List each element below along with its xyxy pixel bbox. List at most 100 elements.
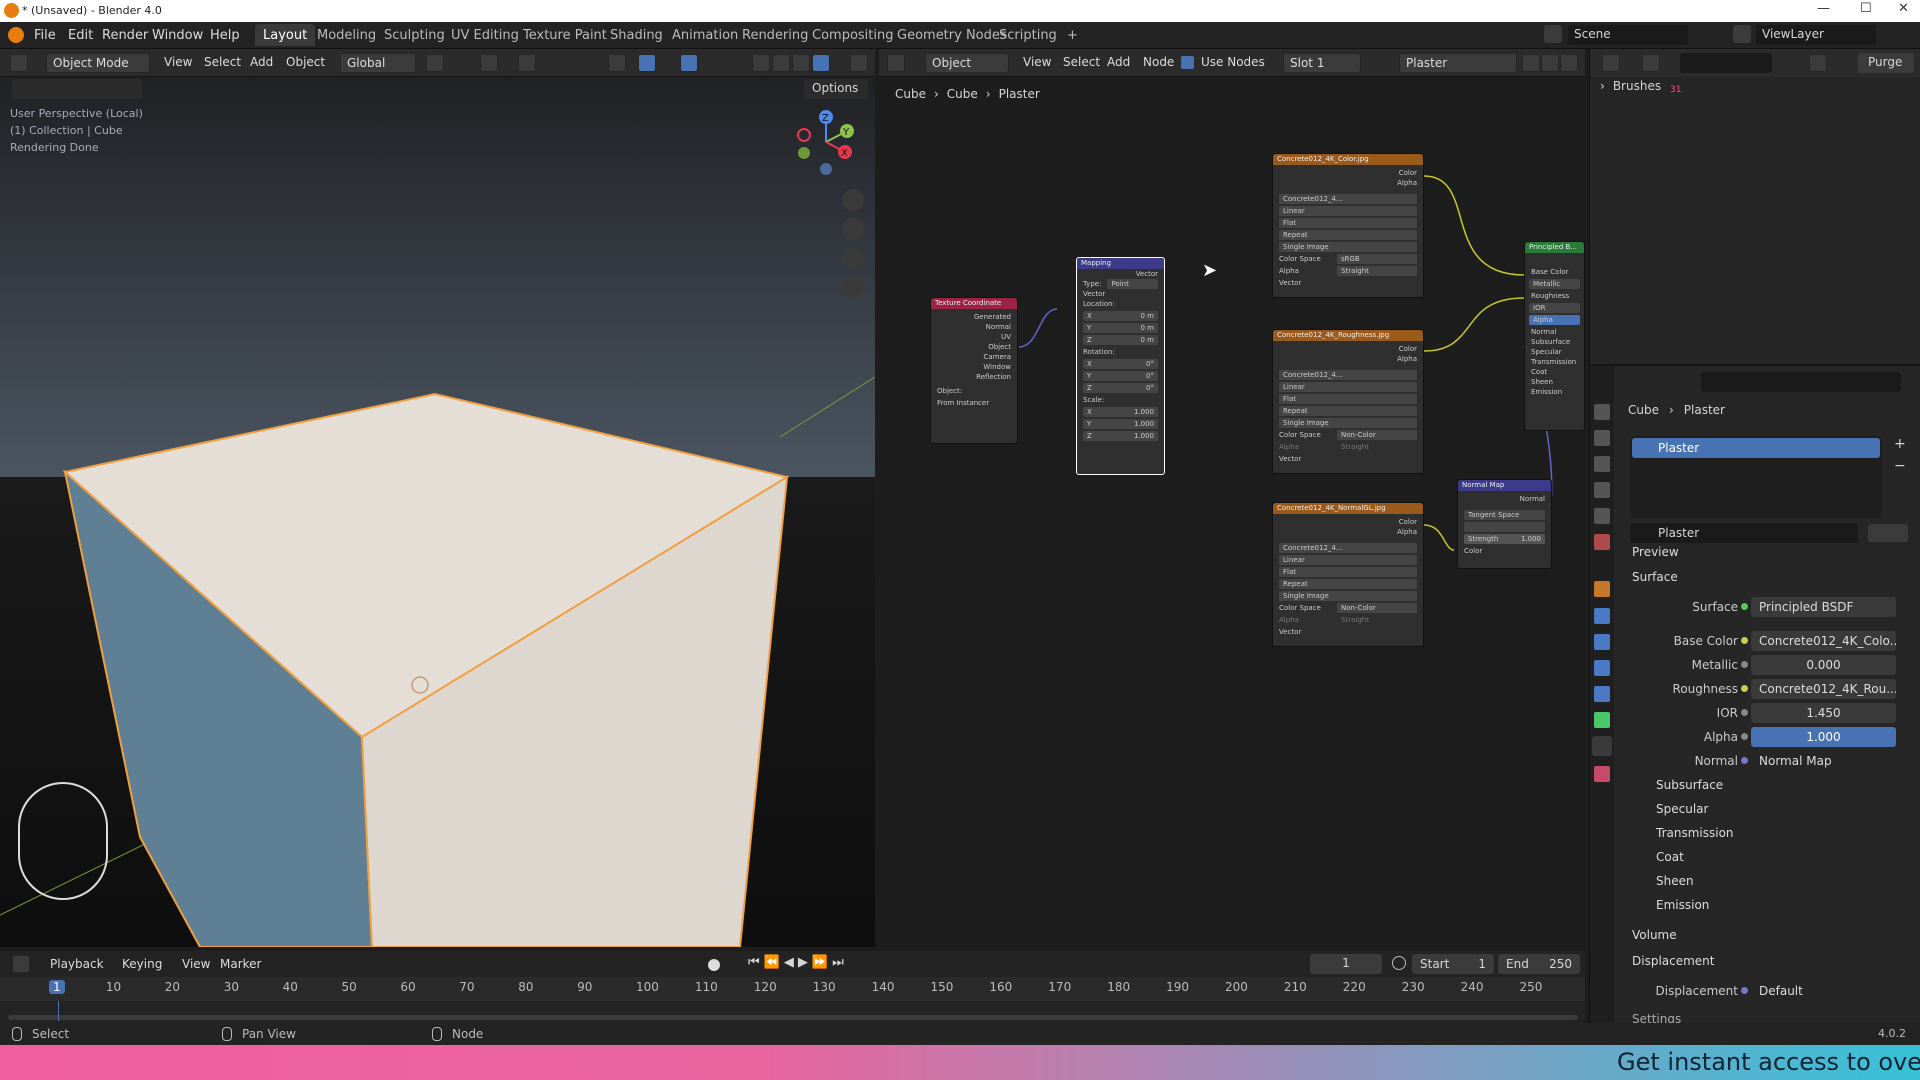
displacement-input[interactable]: Default [1751, 981, 1896, 1001]
timeline-menu-keying[interactable]: Keying [116, 955, 168, 975]
object-tab-icon[interactable] [1594, 581, 1610, 597]
overlay-icon[interactable] [680, 54, 698, 72]
mapping-scale-x[interactable]: X 1.000 [1083, 407, 1158, 417]
current-frame-input[interactable]: 1 [1310, 954, 1382, 974]
timeline-scrollbar[interactable] [8, 1015, 1578, 1020]
rough-interpolation[interactable]: Linear [1279, 382, 1417, 392]
material-slot-list[interactable]: Plaster [1630, 436, 1882, 518]
menu-window[interactable]: Window [152, 28, 203, 43]
rough-extension[interactable]: Repeat [1279, 406, 1417, 416]
bsdf-emission[interactable]: Emission [1525, 387, 1584, 397]
material-selector[interactable]: Plaster [1399, 53, 1517, 73]
node-menu-select[interactable]: Select [1057, 53, 1106, 73]
normal-map-node[interactable]: Normal Map Normal Tangent Space Strength… [1457, 479, 1552, 569]
roughness-input[interactable]: Concrete012_4K_Rou... [1751, 679, 1896, 699]
3d-viewport[interactable]: Options User Perspective (Local) (1) Col… [0, 77, 875, 947]
wireframe-shading-icon[interactable] [752, 54, 770, 72]
color-alpha-select[interactable]: Straight [1337, 266, 1417, 276]
timeline-menu-playback[interactable]: Playback [44, 955, 110, 975]
use-nodes-checkbox[interactable] [1181, 56, 1194, 69]
mapping-loc-x[interactable]: X0 m [1083, 311, 1158, 321]
tab-scripting[interactable]: Scripting [991, 24, 1065, 46]
specular-subpanel[interactable]: Specular [1656, 802, 1708, 816]
color-projection[interactable]: Flat [1279, 218, 1417, 228]
viewport-menu-view[interactable]: View [158, 53, 198, 73]
color-cs-select[interactable]: sRGB [1337, 254, 1417, 264]
slot-selector[interactable]: Slot 1 [1283, 53, 1361, 73]
bsdf-ior[interactable]: IOR [1529, 303, 1580, 313]
normal-input[interactable]: Normal Map [1751, 751, 1896, 771]
viewport-menu-add[interactable]: Add [244, 53, 279, 73]
menu-render[interactable]: Render [102, 28, 148, 43]
viewport-menu-select[interactable]: Select [198, 53, 247, 73]
tab-layout[interactable]: Layout [255, 24, 316, 46]
menu-help[interactable]: Help [210, 28, 240, 43]
node-menu-add[interactable]: Add [1101, 53, 1136, 73]
view-layer-tab-icon[interactable] [1594, 482, 1610, 498]
base-color-input[interactable]: Concrete012_4K_Colo... [1751, 631, 1896, 651]
purge-button[interactable]: Purge [1858, 53, 1914, 73]
bsdf-specular[interactable]: Specular [1525, 347, 1584, 357]
mapping-rot-x[interactable]: X 0° [1083, 359, 1158, 369]
mapping-loc-z[interactable]: Z0 m [1083, 335, 1158, 345]
bsdf-coat[interactable]: Coat [1525, 367, 1584, 377]
filter-icon[interactable] [1809, 54, 1827, 72]
emission-subpanel[interactable]: Emission [1656, 898, 1709, 912]
preview-section[interactable]: Preview [1632, 545, 1679, 559]
surface-section[interactable]: Surface [1632, 570, 1678, 584]
node-menu-node[interactable]: Node [1137, 53, 1180, 73]
output-tab-icon[interactable] [1594, 456, 1610, 472]
image-texture-color-node[interactable]: Concrete012_4K_Color.jpg Color Alpha Con… [1272, 153, 1424, 298]
color-extension[interactable]: Repeat [1279, 230, 1417, 240]
color-interpolation[interactable]: Linear [1279, 206, 1417, 216]
bsdf-transmission[interactable]: Transmission [1525, 357, 1584, 367]
clock-icon[interactable] [1392, 956, 1406, 970]
node-editor-type-icon[interactable] [887, 54, 905, 72]
orientation-selector[interactable]: Global [340, 53, 416, 73]
solid-shading-icon[interactable] [772, 54, 790, 72]
transmission-subpanel[interactable]: Transmission [1656, 826, 1734, 840]
material-datablock[interactable]: Plaster [1630, 523, 1858, 543]
mapping-scale-y[interactable]: Y 1.000 [1083, 419, 1158, 429]
menu-file[interactable]: File [34, 28, 56, 43]
normal-projection[interactable]: Flat [1279, 567, 1417, 577]
alpha-input[interactable]: 1.000 [1751, 727, 1896, 747]
normalmap-space[interactable]: Tangent Space [1464, 510, 1545, 520]
scene-icon[interactable] [1544, 25, 1562, 43]
viewlayer-selector[interactable]: ViewLayer [1756, 25, 1876, 45]
material-actions[interactable] [1868, 524, 1908, 542]
rough-source[interactable]: Single Image [1279, 418, 1417, 428]
tool-tab-icon[interactable] [1594, 404, 1610, 420]
tab-modeling[interactable]: Modeling [309, 24, 384, 46]
remove-slot-button[interactable]: − [1894, 458, 1906, 474]
pivot-icon[interactable] [426, 54, 444, 72]
texcoord-object-field[interactable]: Object: [931, 386, 1017, 396]
sheen-subpanel[interactable]: Sheen [1656, 874, 1694, 888]
rough-image-select[interactable]: Concrete012_4... [1279, 370, 1417, 380]
end-frame-input[interactable]: End 250 [1498, 954, 1580, 974]
properties-search-input[interactable] [1701, 372, 1901, 392]
mapping-rot-y[interactable]: Y 0° [1083, 371, 1158, 381]
playback-controls-icon[interactable]: ⏮⏪◀▶⏩⏭ [748, 955, 848, 970]
image-texture-roughness-node[interactable]: Concrete012_4K_Roughness.jpg Color Alpha… [1272, 329, 1424, 474]
viewlayer-icon[interactable] [1733, 25, 1751, 43]
display-mode-icon[interactable] [1642, 54, 1660, 72]
unlink-material-icon[interactable] [1560, 54, 1578, 72]
volume-section[interactable]: Volume [1632, 928, 1677, 942]
mapping-loc-y[interactable]: Y0 m [1083, 323, 1158, 333]
material-shading-icon[interactable] [792, 54, 810, 72]
world-tab-icon[interactable] [1594, 534, 1610, 550]
record-icon[interactable] [708, 959, 720, 971]
surface-shader-select[interactable]: Principled BSDF [1751, 597, 1896, 617]
normal-interpolation[interactable]: Linear [1279, 555, 1417, 565]
mapping-scale-z[interactable]: Z 1.000 [1083, 431, 1158, 441]
from-instancer-checkbox[interactable]: From Instancer [931, 398, 1017, 408]
mapping-node[interactable]: Mapping Vector Type: Point Vector Locatio… [1076, 257, 1165, 475]
bsdf-sheen[interactable]: Sheen [1525, 377, 1584, 387]
render-tab-icon[interactable] [1594, 430, 1610, 446]
rough-projection[interactable]: Flat [1279, 394, 1417, 404]
normalmap-uv[interactable] [1464, 522, 1545, 532]
color-image-select[interactable]: Concrete012_4... [1279, 194, 1417, 204]
node-object-selector[interactable]: Object [925, 53, 1009, 73]
proportional-icon[interactable] [518, 54, 536, 72]
